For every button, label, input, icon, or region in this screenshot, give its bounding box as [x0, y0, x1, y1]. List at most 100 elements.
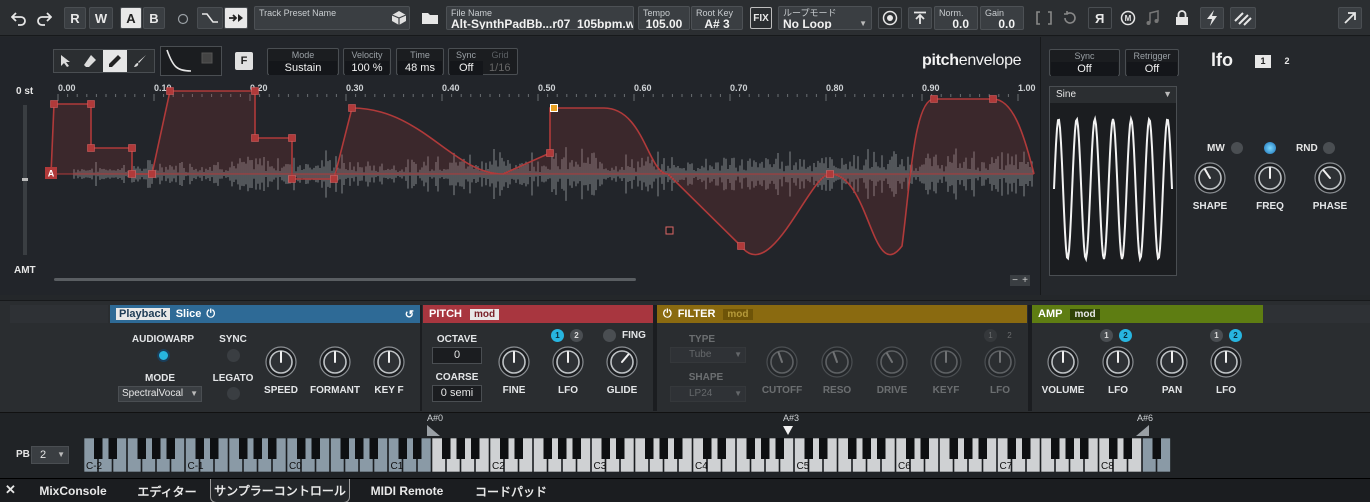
- black-key[interactable]: [137, 438, 147, 459]
- expand-window-button[interactable]: [1338, 7, 1362, 29]
- velocity-field[interactable]: Velocity 100 %: [343, 48, 391, 75]
- tab-midi-remote[interactable]: MIDI Remote: [352, 479, 462, 502]
- black-key[interactable]: [964, 438, 973, 459]
- envelope-node[interactable]: [288, 134, 296, 142]
- bypass-curve-button[interactable]: [197, 7, 223, 29]
- time-field[interactable]: Time 48 ms: [396, 48, 444, 75]
- envelope-node[interactable]: [251, 134, 259, 142]
- envelope-node[interactable]: [665, 226, 674, 235]
- normalize-button[interactable]: [908, 7, 932, 29]
- black-key[interactable]: [268, 438, 277, 459]
- black-key[interactable]: [340, 438, 350, 459]
- amp-lfo-b-knob[interactable]: [1209, 345, 1243, 379]
- filter-type-dropdown[interactable]: Tube ▼: [670, 347, 746, 363]
- tempo-field[interactable]: Tempo 105.00: [638, 6, 690, 30]
- black-key[interactable]: [1065, 438, 1075, 459]
- envelope-node[interactable]: [989, 95, 997, 103]
- fine-knob[interactable]: [497, 345, 531, 379]
- black-key[interactable]: [239, 438, 248, 459]
- range-low-handle[interactable]: [427, 425, 440, 436]
- hatch-button[interactable]: [1230, 7, 1256, 29]
- black-key[interactable]: [456, 438, 466, 459]
- envelope-node[interactable]: [50, 100, 58, 108]
- root-key-marker[interactable]: [783, 426, 793, 435]
- black-key[interactable]: [398, 438, 408, 459]
- tab-editor[interactable]: エディター: [126, 479, 208, 502]
- black-key[interactable]: [659, 438, 669, 459]
- speed-knob[interactable]: [264, 345, 298, 379]
- black-key[interactable]: [355, 438, 364, 459]
- track-preset-field[interactable]: Track Preset Name: [254, 6, 410, 30]
- filter-lfo2-select[interactable]: 2: [1003, 329, 1016, 342]
- arrow-switch-button[interactable]: [224, 7, 248, 29]
- amp-lfo-b-2-select[interactable]: 2: [1229, 329, 1242, 342]
- envelope-node[interactable]: [330, 175, 338, 183]
- fix-button[interactable]: FIX: [750, 7, 772, 29]
- pencil-tool-icon[interactable]: [103, 50, 127, 72]
- black-key[interactable]: [717, 438, 727, 459]
- lock-icon[interactable]: [1172, 9, 1192, 27]
- retrigger-field[interactable]: Retrigger Off: [1125, 49, 1179, 76]
- black-key[interactable]: [500, 438, 509, 459]
- brush-tool-icon[interactable]: [130, 52, 150, 70]
- zoom-out-button[interactable]: −: [1012, 275, 1018, 286]
- lfo-tab-1[interactable]: 1: [1255, 55, 1271, 68]
- filter-power-icon[interactable]: ⏻: [663, 308, 672, 321]
- reset-icon[interactable]: ↺: [405, 308, 414, 321]
- envelope-node[interactable]: [737, 242, 745, 250]
- filter-shape-dropdown[interactable]: LP24 ▼: [670, 386, 746, 402]
- envelope-node[interactable]: [930, 95, 938, 103]
- amp-lfo-a-knob[interactable]: [1101, 345, 1135, 379]
- eraser-tool-icon[interactable]: [80, 52, 100, 70]
- envelope-node[interactable]: [128, 170, 136, 178]
- black-key[interactable]: [601, 438, 611, 459]
- compare-b-button[interactable]: B: [143, 7, 165, 29]
- volume-knob[interactable]: [1046, 345, 1080, 379]
- power-dot-icon[interactable]: [176, 12, 190, 26]
- black-key[interactable]: [210, 438, 219, 459]
- coarse-field[interactable]: 0 semi: [432, 385, 482, 402]
- music-note-icon[interactable]: [1143, 9, 1163, 27]
- curve-shape-preview[interactable]: [160, 46, 222, 76]
- black-key[interactable]: [949, 438, 959, 459]
- fingered-toggle[interactable]: [603, 329, 616, 342]
- piano-keyboard[interactable]: C-2 C-1 C0 C1 C2 C3 C4 C5 C6 C7 C8: [84, 438, 1364, 472]
- filter-mod-button[interactable]: mod: [723, 308, 753, 320]
- black-key[interactable]: [920, 438, 930, 459]
- black-key[interactable]: [761, 438, 770, 459]
- black-key[interactable]: [906, 438, 915, 459]
- tab-mixconsole[interactable]: MixConsole: [22, 479, 124, 502]
- pitch-lfo1-select[interactable]: 1: [551, 329, 564, 342]
- preset-cube-icon[interactable]: [390, 9, 408, 27]
- black-key[interactable]: [152, 438, 161, 459]
- freq-knob[interactable]: [1253, 161, 1287, 195]
- undo-icon[interactable]: [8, 8, 30, 28]
- write-automation-button[interactable]: W: [89, 7, 113, 29]
- power-icon[interactable]: ⏻: [206, 308, 215, 321]
- close-icon[interactable]: ✕: [5, 482, 16, 498]
- loop-mode-field[interactable]: ループモード No Loop ▼: [778, 6, 872, 30]
- black-key[interactable]: [442, 438, 451, 459]
- phase-knob[interactable]: [1313, 161, 1347, 195]
- amp-lfo-a-1-select[interactable]: 1: [1100, 329, 1113, 342]
- redo-icon[interactable]: [33, 8, 55, 28]
- midi-icon[interactable]: M: [1118, 9, 1138, 27]
- amp-mod-button[interactable]: mod: [1070, 308, 1100, 320]
- black-key[interactable]: [978, 438, 988, 459]
- envelope-node[interactable]: [550, 104, 558, 112]
- sync-grid-field[interactable]: Sync Grid Off 1/16: [448, 48, 518, 75]
- black-key[interactable]: [819, 438, 828, 459]
- envelope-node[interactable]: [826, 170, 834, 178]
- black-key[interactable]: [413, 438, 422, 459]
- amp-lfo-a-2-select[interactable]: 2: [1119, 329, 1132, 342]
- black-key[interactable]: [1109, 438, 1118, 459]
- black-key[interactable]: [253, 438, 263, 459]
- filter-lfo1-select[interactable]: 1: [984, 329, 997, 342]
- playback-tab[interactable]: Playback: [116, 308, 170, 320]
- filter-lfo-knob[interactable]: [983, 345, 1017, 379]
- tab-sampler-control[interactable]: サンプラーコントロール: [210, 479, 350, 502]
- black-key[interactable]: [645, 438, 654, 459]
- black-key[interactable]: [703, 438, 712, 459]
- black-key[interactable]: [572, 438, 582, 459]
- black-key[interactable]: [311, 438, 321, 459]
